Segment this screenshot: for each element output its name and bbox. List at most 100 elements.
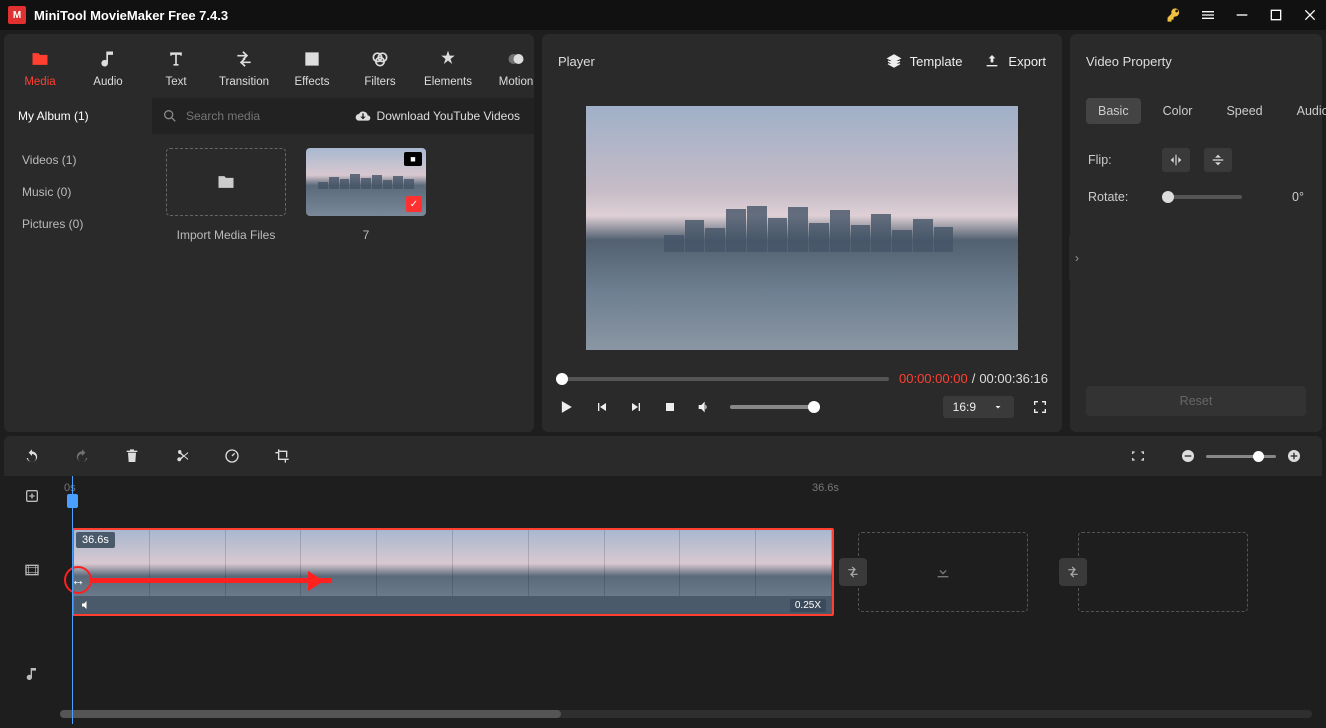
export-icon: [984, 53, 1000, 69]
chevron-down-icon: [992, 401, 1004, 413]
tool-transition-label: Transition: [219, 76, 269, 88]
media-clip-label: 7: [363, 228, 370, 242]
transition-slot-icon[interactable]: [839, 558, 867, 586]
add-track-button[interactable]: [4, 476, 60, 516]
fit-button[interactable]: [1130, 448, 1146, 464]
timeline-toolbar: [4, 436, 1322, 476]
preview-image: [586, 106, 1018, 350]
volume-slider[interactable]: [730, 405, 820, 409]
tool-media[interactable]: Media: [8, 42, 72, 98]
rotate-slider[interactable]: [1162, 195, 1242, 199]
rotate-label: Rotate:: [1088, 190, 1148, 204]
reset-button[interactable]: Reset: [1086, 386, 1306, 416]
import-media-label: Import Media Files: [177, 228, 276, 242]
rotate-value: 0°: [1292, 190, 1304, 204]
maximize-button[interactable]: [1268, 7, 1284, 23]
tool-motion[interactable]: Motion: [484, 42, 548, 98]
total-time: 00:00:36:16: [979, 371, 1048, 386]
transition-slot-icon[interactable]: [1059, 558, 1087, 586]
library-grid: Import Media Files ■ ✓ 7: [152, 134, 534, 432]
zoom-slider[interactable]: [1206, 455, 1276, 458]
tab-speed[interactable]: Speed: [1214, 98, 1274, 124]
zoom-in-button[interactable]: [1286, 448, 1302, 464]
empty-slot[interactable]: [858, 532, 1028, 612]
preview-area: [542, 88, 1062, 367]
media-panel: Media Audio Text Transition Effects Filt…: [4, 34, 534, 432]
timeline-scrollbar[interactable]: [60, 710, 1312, 718]
volume-icon[interactable]: [696, 399, 712, 415]
properties-panel: › Video Property Basic Color Speed Audio…: [1070, 34, 1322, 432]
crop-button[interactable]: [274, 448, 290, 464]
tool-text[interactable]: Text: [144, 42, 208, 98]
sidebar-item-music[interactable]: Music (0): [4, 176, 152, 208]
drop-icon: [935, 564, 951, 580]
tool-filters[interactable]: Filters: [348, 42, 412, 98]
used-check-icon: ✓: [406, 196, 422, 212]
ruler-start: 0s: [64, 482, 76, 494]
stop-button[interactable]: [662, 399, 678, 415]
redo-button[interactable]: [74, 448, 90, 464]
tab-my-album[interactable]: My Album (1): [4, 98, 152, 134]
activate-icon[interactable]: [1166, 7, 1182, 23]
fullscreen-button[interactable]: [1032, 399, 1048, 415]
speed-button[interactable]: [224, 448, 240, 464]
properties-title: Video Property: [1086, 54, 1172, 69]
delete-button[interactable]: [124, 448, 140, 464]
player-title: Player: [558, 54, 595, 69]
timeline-clip[interactable]: 36.6s ↔ 0.25X: [72, 528, 834, 616]
import-media-button[interactable]: Import Media Files: [166, 148, 286, 242]
aspect-ratio-select[interactable]: 16:9: [943, 396, 1014, 418]
aspect-value: 16:9: [953, 400, 976, 414]
close-button[interactable]: [1302, 7, 1318, 23]
flip-horizontal-button[interactable]: [1162, 148, 1190, 172]
audio-track-icon[interactable]: [4, 654, 60, 694]
timeline: 0s 36.6s 36.6s ↔ 0.25X: [4, 476, 1322, 724]
tab-color[interactable]: Color: [1151, 98, 1205, 124]
tool-elements-label: Elements: [424, 76, 472, 88]
tool-effects[interactable]: Effects: [280, 42, 344, 98]
flip-vertical-button[interactable]: [1204, 148, 1232, 172]
play-button[interactable]: [556, 397, 576, 417]
library-sidebar: Videos (1) Music (0) Pictures (0): [4, 134, 152, 432]
search-wrap: [152, 108, 341, 124]
tab-basic[interactable]: Basic: [1086, 98, 1141, 124]
clip-speed-badge: 0.25X: [790, 599, 826, 612]
tool-filters-label: Filters: [364, 76, 395, 88]
arrow-icon: [92, 578, 332, 583]
progress-bar[interactable]: [556, 377, 889, 381]
timeline-ruler[interactable]: 0s 36.6s: [60, 476, 1322, 514]
search-input[interactable]: [186, 109, 306, 123]
export-button[interactable]: Export: [984, 53, 1046, 69]
playhead[interactable]: [72, 476, 73, 724]
undo-button[interactable]: [24, 448, 40, 464]
tab-audio[interactable]: Audio: [1285, 98, 1326, 124]
video-type-icon: ■: [404, 152, 422, 166]
trim-annotation: ↔: [64, 566, 332, 594]
sidebar-item-videos[interactable]: Videos (1): [4, 144, 152, 176]
current-time: 00:00:00:00: [899, 371, 968, 386]
menu-icon[interactable]: [1200, 7, 1216, 23]
template-button[interactable]: Template: [886, 53, 963, 69]
next-frame-button[interactable]: [628, 399, 644, 415]
tool-transition[interactable]: Transition: [212, 42, 276, 98]
prev-frame-button[interactable]: [594, 399, 610, 415]
app-title: MiniTool MovieMaker Free 7.4.3: [34, 8, 228, 23]
flip-label: Flip:: [1088, 153, 1148, 167]
download-youtube-button[interactable]: Download YouTube Videos: [341, 108, 534, 124]
media-clip-item[interactable]: ■ ✓ 7: [306, 148, 426, 242]
download-youtube-label: Download YouTube Videos: [377, 109, 520, 123]
sidebar-item-pictures[interactable]: Pictures (0): [4, 208, 152, 240]
speaker-icon: [80, 599, 92, 611]
split-button[interactable]: [174, 448, 190, 464]
zoom-out-button[interactable]: [1180, 448, 1196, 464]
tool-media-label: Media: [24, 76, 55, 88]
tool-elements[interactable]: Elements: [416, 42, 480, 98]
tool-audio[interactable]: Audio: [76, 42, 140, 98]
clip-duration-badge: 36.6s: [76, 532, 115, 548]
player-panel: Player Template Export 00:00:00:00 / 00:…: [542, 34, 1062, 432]
minimize-button[interactable]: [1234, 7, 1250, 23]
time-sep: /: [972, 371, 976, 386]
empty-slot[interactable]: [1078, 532, 1248, 612]
video-track-icon[interactable]: [4, 550, 60, 590]
collapse-panel-button[interactable]: ›: [1069, 234, 1085, 282]
